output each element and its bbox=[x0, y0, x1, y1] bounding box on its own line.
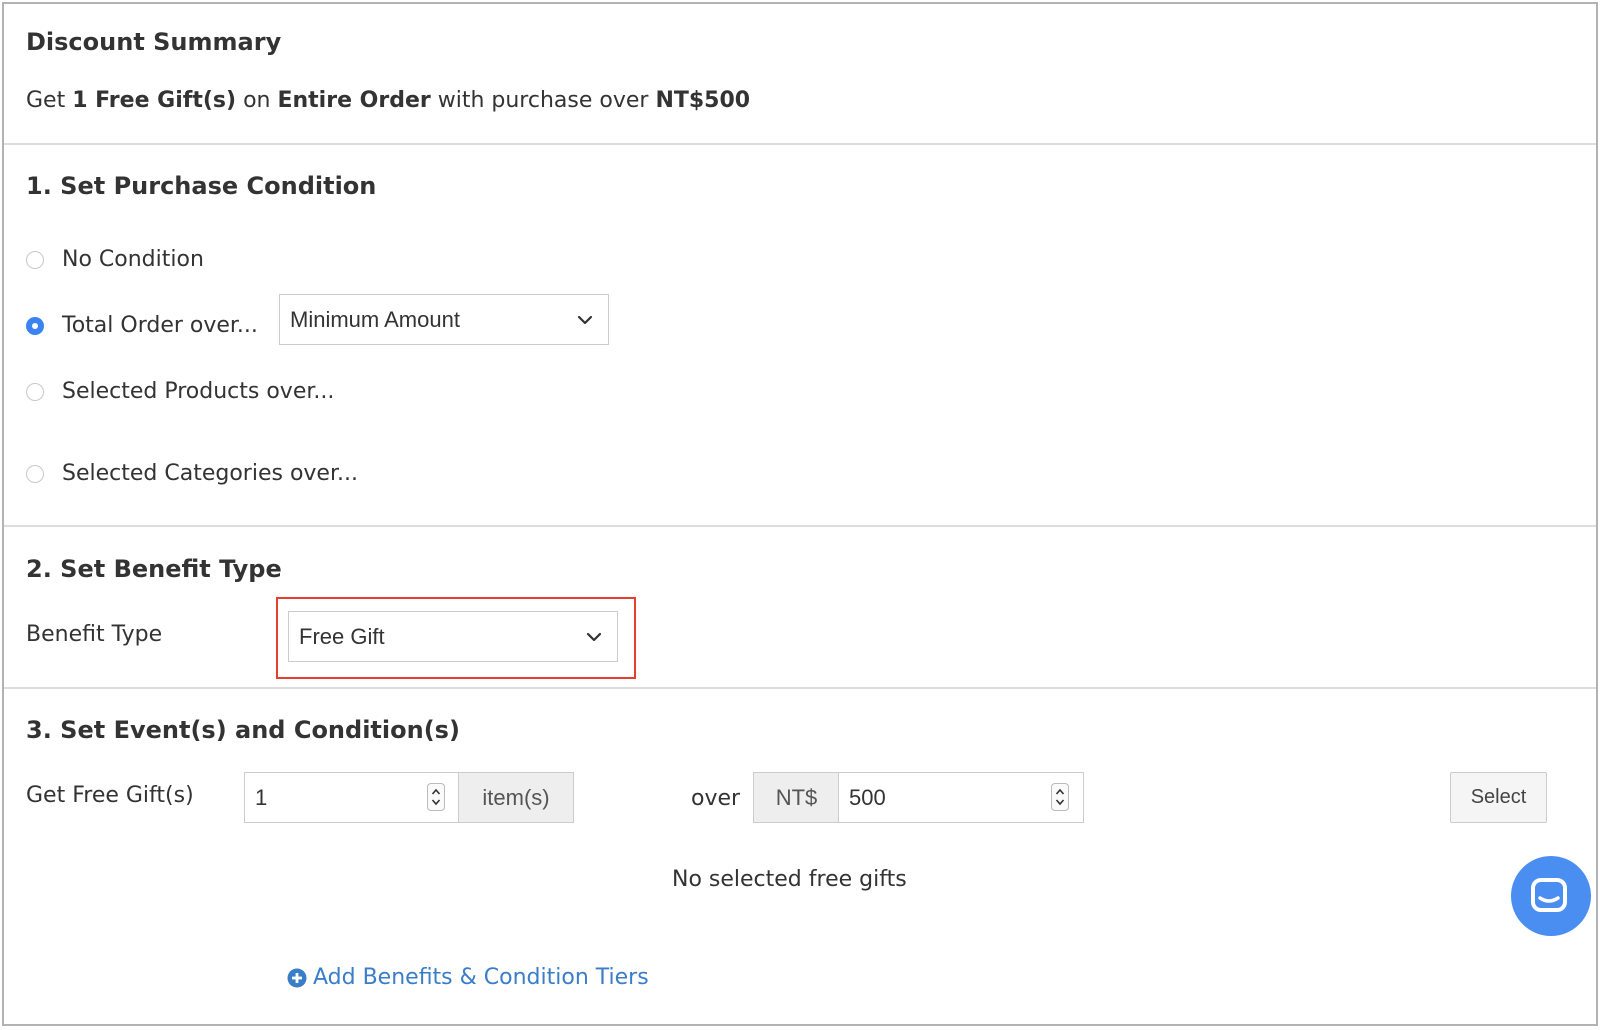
plus-circle-icon bbox=[287, 968, 307, 987]
divider bbox=[4, 143, 1596, 145]
stepper-arrows-icon bbox=[1055, 788, 1065, 806]
qty-unit-addon: item(s) bbox=[458, 772, 574, 823]
add-tiers-label: Add Benefits & Condition Tiers bbox=[313, 965, 649, 990]
amount-value: 500 bbox=[849, 784, 886, 810]
benefit-type-select[interactable]: Free Gift bbox=[288, 611, 618, 662]
summary-title: Discount Summary bbox=[26, 28, 282, 56]
empty-gifts-message: No selected free gifts bbox=[672, 867, 907, 892]
radio-button-selected[interactable] bbox=[26, 316, 44, 335]
chevron-down-icon bbox=[577, 315, 593, 324]
free-gift-qty-label: Get Free Gift(s) bbox=[26, 783, 194, 808]
events-title: 3. Set Event(s) and Condition(s) bbox=[26, 716, 460, 744]
summary-qty: 1 Free Gift(s) bbox=[72, 88, 237, 113]
summary-text: Get 1 Free Gift(s) on Entire Order with … bbox=[26, 88, 750, 113]
chevron-down-icon bbox=[586, 632, 602, 641]
threshold-type-select[interactable]: Minimum Amount bbox=[279, 294, 609, 345]
radio-option-selected-products[interactable]: Selected Products over... bbox=[26, 379, 334, 404]
purchase-condition-title: 1. Set Purchase Condition bbox=[26, 172, 377, 200]
radio-label: No Condition bbox=[62, 247, 204, 272]
divider bbox=[4, 687, 1596, 689]
radio-label: Selected Products over... bbox=[62, 379, 335, 404]
free-gift-qty-value: 1 bbox=[255, 784, 268, 810]
radio-button[interactable] bbox=[26, 464, 44, 483]
stepper-arrows-icon bbox=[431, 788, 441, 806]
summary-scope: Entire Order bbox=[277, 88, 431, 113]
summary-on: on bbox=[243, 88, 271, 113]
over-label: over bbox=[691, 786, 741, 811]
summary-get: Get bbox=[26, 88, 66, 113]
radio-option-selected-categories[interactable]: Selected Categories over... bbox=[26, 461, 358, 486]
summary-amount: NT$500 bbox=[655, 88, 751, 113]
currency-addon: NT$ bbox=[753, 772, 840, 823]
discount-settings-panel: Discount Summary Get 1 Free Gift(s) on E… bbox=[2, 2, 1598, 1026]
radio-option-total-order[interactable]: Total Order over... bbox=[26, 313, 258, 338]
select-gifts-button[interactable]: Select bbox=[1450, 772, 1547, 823]
benefit-type-label: Benefit Type bbox=[26, 622, 163, 647]
threshold-type-value: Minimum Amount bbox=[290, 306, 460, 332]
amount-stepper[interactable] bbox=[1051, 783, 1069, 811]
summary-with: with purchase over bbox=[437, 88, 649, 113]
radio-option-no-condition[interactable]: No Condition bbox=[26, 247, 204, 272]
benefit-type-value: Free Gift bbox=[299, 623, 385, 649]
divider bbox=[4, 525, 1596, 527]
radio-label: Total Order over... bbox=[62, 313, 258, 338]
add-tiers-link[interactable]: Add Benefits & Condition Tiers bbox=[287, 965, 649, 990]
chat-icon bbox=[1531, 878, 1567, 912]
radio-label: Selected Categories over... bbox=[62, 461, 358, 486]
benefit-type-title: 2. Set Benefit Type bbox=[26, 555, 282, 583]
radio-button[interactable] bbox=[26, 250, 44, 269]
chat-button[interactable] bbox=[1511, 856, 1591, 936]
radio-button[interactable] bbox=[26, 382, 44, 401]
amount-input[interactable]: 500 bbox=[838, 772, 1084, 823]
qty-stepper[interactable] bbox=[427, 783, 445, 811]
